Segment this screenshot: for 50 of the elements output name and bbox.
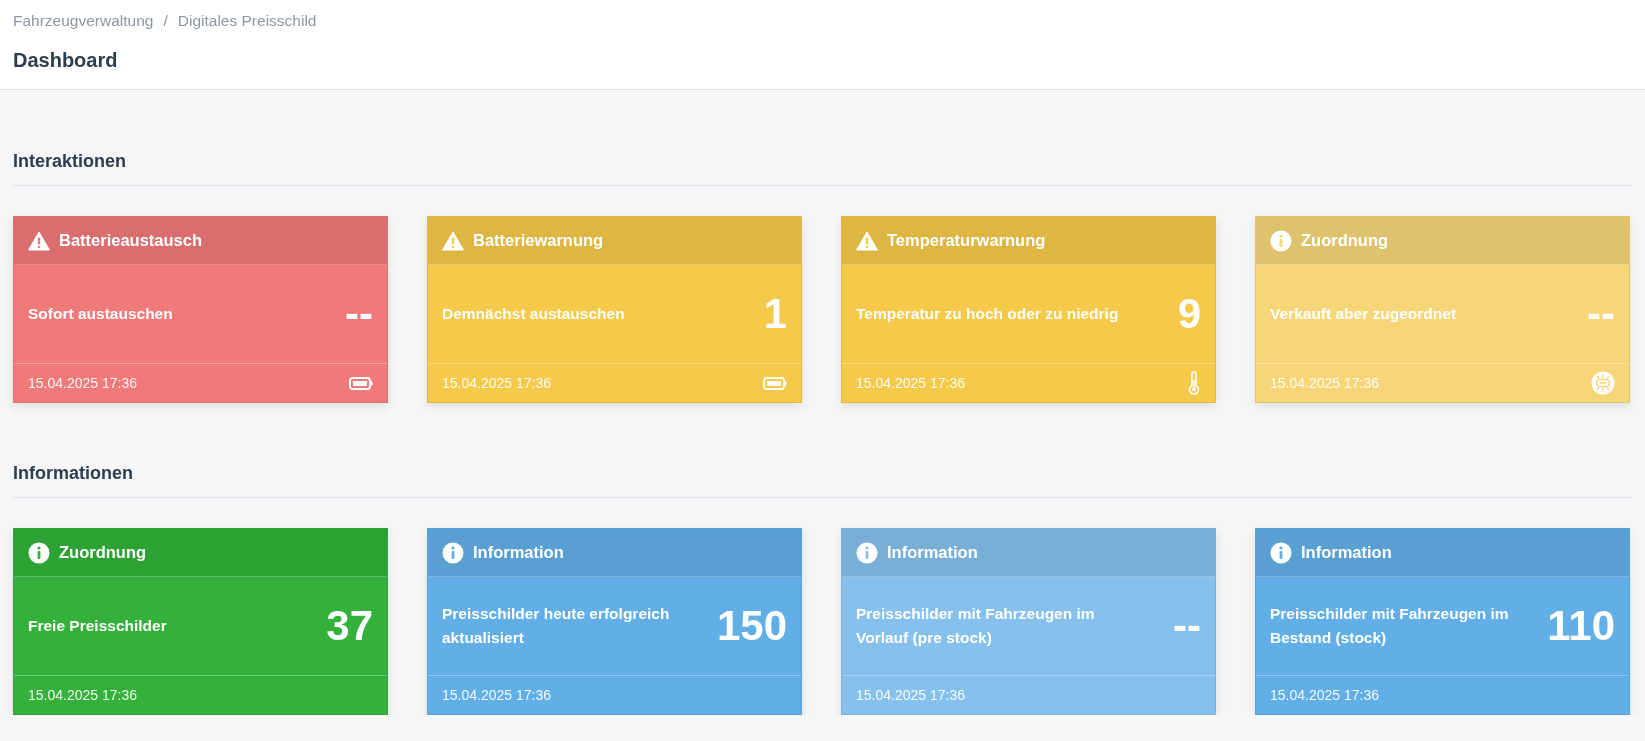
card-label: Preisschilder mit Fahrzeugen im Bestand (stock) [1270,604,1510,648]
link-icon [1591,371,1615,395]
card-label: Temperatur zu hoch oder zu niedrig [856,304,1119,324]
info-icon [856,541,878,564]
timestamp: 15.04.2025 17:36 [1270,375,1379,391]
warning-icon [28,230,50,251]
card-value: 37 [326,602,373,650]
breadcrumb-link[interactable]: Digitales Preisschild [177,12,317,30]
timestamp: 15.04.2025 17:36 [856,687,965,703]
timestamp: 15.04.2025 17:36 [28,375,137,391]
card-value: -- [345,290,373,338]
battery-icon [349,376,373,390]
card-title: Batteriewarnung [473,231,604,250]
card-label: Freie Preisschilder [28,616,167,636]
breadcrumb-link[interactable]: Fahrzeugverwaltung [13,12,154,30]
timestamp: 15.04.2025 17:36 [856,375,965,391]
info-icon [1270,229,1292,252]
info-icon [1270,541,1292,564]
card-title: Information [473,543,564,562]
card-value: -- [1587,290,1615,338]
timestamp: 15.04.2025 17:36 [442,687,551,703]
card-label: Preisschilder heute erfolgreich aktualisiert [442,604,671,648]
section-heading: Informationen [13,463,133,484]
card-label: Preisschilder mit Fahrzeugen im Vorlauf (pre stock) [856,604,1096,648]
card-value: 150 [716,602,787,650]
card-label: Demnächst austauschen [442,304,625,324]
card-title: Information [1301,543,1392,562]
card-value: 110 [1547,602,1615,650]
timestamp: 15.04.2025 17:36 [28,687,137,703]
card-title: Zuordnung [1301,231,1389,250]
info-icon [442,541,464,564]
warning-icon [856,230,878,251]
timestamp: 15.04.2025 17:36 [1270,687,1379,703]
section-heading: Interaktionen [13,151,127,172]
card-label: Verkauft aber zugeordnet [1270,304,1457,324]
card-value: 9 [1177,290,1201,338]
card-value: -- [1173,602,1201,650]
thermometer-icon [1187,371,1201,395]
card-label: Sofort austauschen [28,304,173,324]
warning-icon [442,230,464,251]
page-title: Dashboard [13,49,118,72]
battery-icon [763,376,787,390]
card-title: Temperaturwarnung [887,231,1046,250]
card-value: 1 [763,290,787,338]
info-icon [28,541,50,564]
card-title: Information [887,543,978,562]
card-title: Zuordnung [59,543,147,562]
card-title: Batterieaustausch [59,231,203,250]
timestamp: 15.04.2025 17:36 [442,375,551,391]
breadcrumb-separator: / [163,12,168,30]
